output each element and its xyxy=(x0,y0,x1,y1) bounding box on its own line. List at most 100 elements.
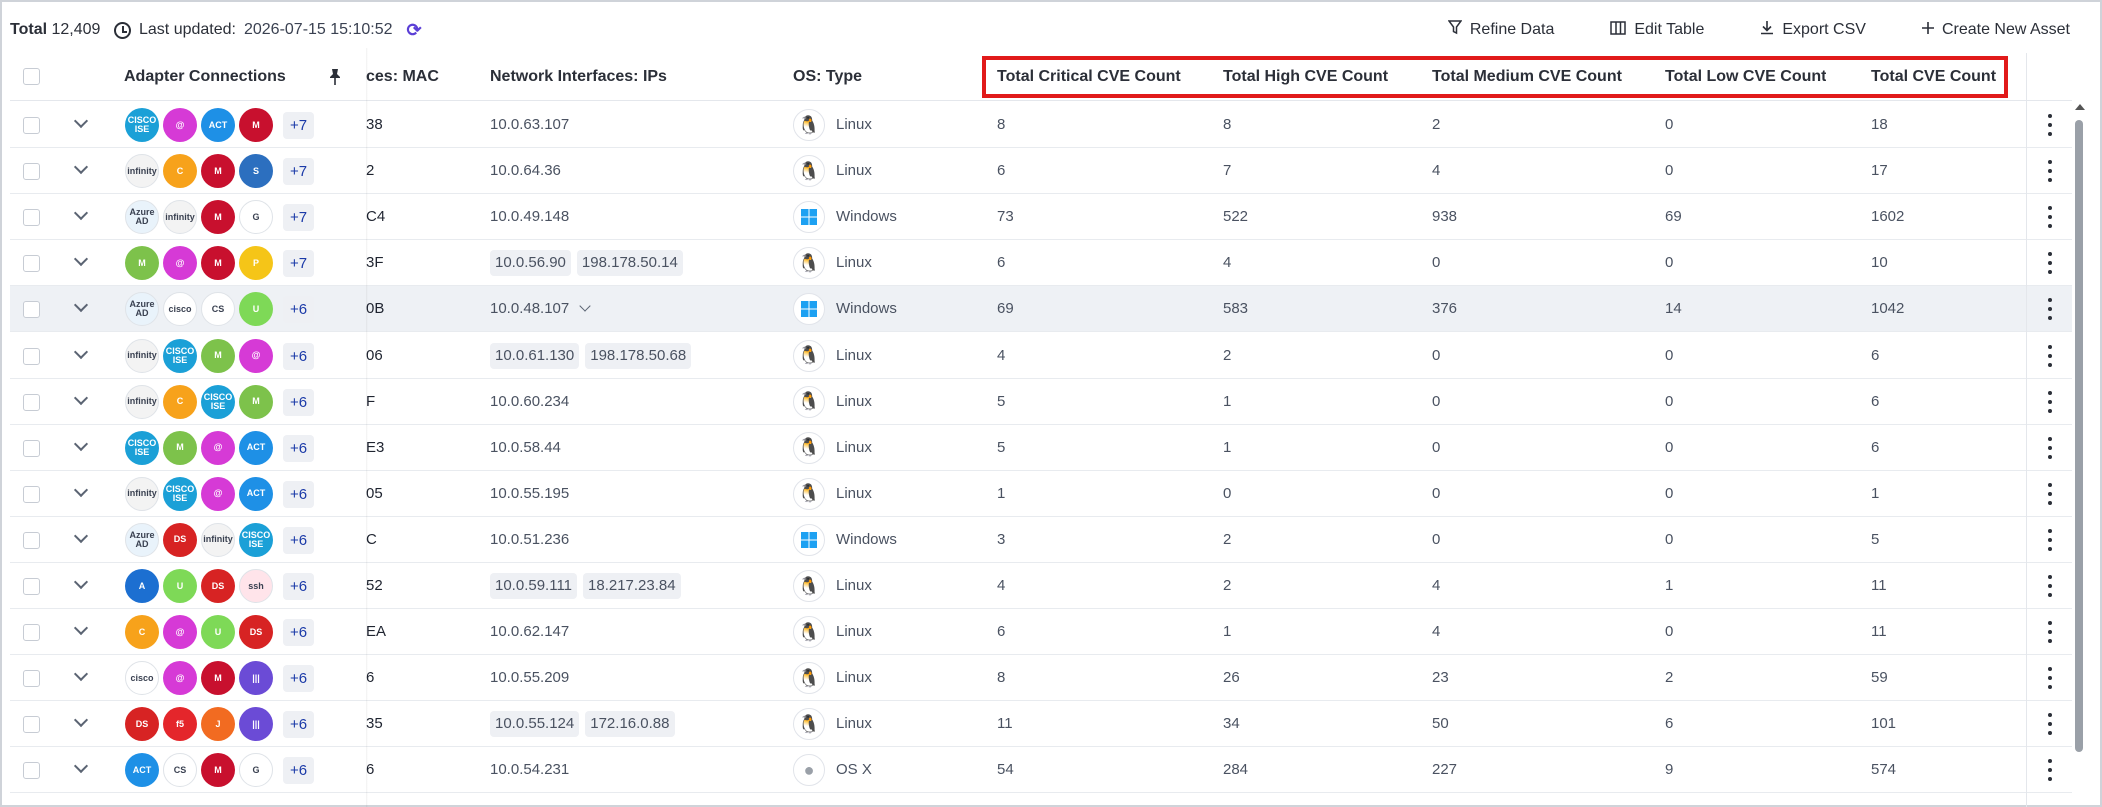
expand-row-icon[interactable] xyxy=(73,482,89,497)
row-menu-icon[interactable] xyxy=(2047,160,2053,183)
adapter-chef-icon[interactable]: C xyxy=(163,154,197,189)
adapter-ciscoadp-icon[interactable]: cisco xyxy=(125,661,159,696)
row-checkbox[interactable] xyxy=(23,117,40,134)
adapter-cisco-icon[interactable]: CISCO ISE xyxy=(125,108,159,142)
table-row[interactable]: infinity CISCO ISE @ ACT +6 05 10.0.55.195 🐧 Lin… xyxy=(10,471,2072,517)
row-menu-icon[interactable] xyxy=(2047,713,2053,736)
adapter-infinity-icon[interactable]: infinity xyxy=(125,476,159,511)
adapter-purple-icon[interactable]: @ xyxy=(163,615,197,650)
adapter-google-icon[interactable]: G xyxy=(239,753,273,788)
adapter-mcafee-icon[interactable]: M xyxy=(201,753,235,788)
adapter-infinity-icon[interactable]: infinity xyxy=(125,384,159,419)
more-adapters-button[interactable]: +6 xyxy=(283,388,315,416)
select-all-checkbox[interactable] xyxy=(23,68,40,85)
adapter-infinity-icon[interactable]: infinity xyxy=(163,200,197,235)
expand-row-icon[interactable] xyxy=(73,206,89,221)
table-row[interactable]: Azure AD DS infinity CISCO ISE +6 C 10.0.51.23… xyxy=(10,517,2072,563)
expand-row-icon[interactable] xyxy=(73,252,89,267)
adapter-infinity-icon[interactable]: infinity xyxy=(125,338,159,373)
adapter-mdm-icon[interactable]: M xyxy=(163,430,197,465)
adapter-infinity-icon[interactable]: infinity xyxy=(125,154,159,189)
adapter-azure-icon[interactable]: A xyxy=(125,569,159,603)
row-menu-icon[interactable] xyxy=(2047,528,2053,551)
adapter-purple-icon[interactable]: @ xyxy=(163,661,197,696)
adapter-mcafee-icon[interactable]: M xyxy=(201,200,235,235)
vertical-scrollbar[interactable] xyxy=(2074,100,2086,807)
header-low-cve[interactable]: Total Low CVE Count xyxy=(1665,53,1826,101)
table-row[interactable]: M @ M P +7 3F 10.0.56.90 198.178.50.14 🐧 Linux 6 4 0… xyxy=(10,240,2072,287)
more-adapters-button[interactable]: +7 xyxy=(283,158,315,186)
row-menu-icon[interactable] xyxy=(2047,436,2053,459)
adapter-chef-icon[interactable]: C xyxy=(163,384,197,419)
more-adapters-button[interactable]: +6 xyxy=(283,434,315,462)
more-adapters-button[interactable]: +6 xyxy=(283,342,315,370)
adapter-cisco-icon[interactable]: CISCO ISE xyxy=(125,430,159,465)
row-menu-icon[interactable] xyxy=(2047,390,2053,413)
row-checkbox[interactable] xyxy=(23,762,40,780)
scrollbar-thumb[interactable] xyxy=(2075,120,2083,752)
adapter-ciscoadp-icon[interactable]: cisco xyxy=(163,292,197,327)
expand-row-icon[interactable] xyxy=(73,160,89,175)
table-row[interactable]: infinity C M S +7 2 10.0.64.36 🐧 Linux 6 7 4 0 17 xyxy=(10,148,2072,195)
row-menu-icon[interactable] xyxy=(2047,575,2053,597)
adapter-crowdstrike-icon[interactable]: CS xyxy=(163,753,197,788)
row-menu-icon[interactable] xyxy=(2047,114,2053,136)
table-row[interactable]: ACT CS M G +6 6 10.0.54.231 ● OS X 54 284 227 9 574 xyxy=(10,747,2072,794)
adapter-act-icon[interactable]: ACT xyxy=(201,108,235,142)
more-adapters-button[interactable]: +6 xyxy=(283,573,315,600)
more-adapters-button[interactable]: +6 xyxy=(283,757,315,785)
adapter-ds-icon[interactable]: DS xyxy=(201,569,235,603)
header-critical-cve[interactable]: Total Critical CVE Count xyxy=(997,53,1181,101)
adapter-mcafee-icon[interactable]: M xyxy=(239,108,273,142)
table-row[interactable]: cisco @ M ||| +6 6 10.0.55.209 🐧 Linux 8 26 23 2 59 xyxy=(10,655,2072,702)
adapter-purple-icon[interactable]: @ xyxy=(239,338,273,373)
adapter-purple-icon[interactable]: @ xyxy=(201,430,235,465)
row-checkbox[interactable] xyxy=(23,255,40,273)
row-checkbox[interactable] xyxy=(23,209,40,227)
more-adapters-button[interactable]: +6 xyxy=(283,665,315,693)
more-adapters-button[interactable]: +6 xyxy=(283,480,315,508)
row-checkbox[interactable] xyxy=(23,301,40,319)
more-adapters-button[interactable]: +6 xyxy=(283,296,315,324)
refine-data-button[interactable]: Refine Data xyxy=(1447,20,1554,40)
adapter-greenshield-icon[interactable]: U xyxy=(163,569,197,603)
table-row[interactable]: A U DS ssh +6 52 10.0.59.111 18.217.23.84 🐧 Linux… xyxy=(10,563,2072,609)
header-medium-cve[interactable]: Total Medium CVE Count xyxy=(1432,53,1622,101)
header-high-cve[interactable]: Total High CVE Count xyxy=(1223,53,1388,101)
adapter-cisco-icon[interactable]: CISCO ISE xyxy=(239,522,273,557)
row-checkbox[interactable] xyxy=(23,393,40,411)
adapter-azuread-icon[interactable]: Azure AD xyxy=(125,522,159,557)
adapter-mdm-icon[interactable]: M xyxy=(125,246,159,281)
expand-row-icon[interactable] xyxy=(73,713,89,728)
row-menu-icon[interactable] xyxy=(2047,206,2053,229)
adapter-puppet-icon[interactable]: P xyxy=(239,246,273,281)
more-adapters-button[interactable]: +6 xyxy=(283,619,315,647)
adapter-orange-icon[interactable]: J xyxy=(201,707,235,742)
adapter-cisco-icon[interactable]: CISCO ISE xyxy=(201,384,235,419)
row-checkbox[interactable] xyxy=(23,670,40,688)
adapter-vuln-icon[interactable]: ||| xyxy=(239,661,273,696)
pin-icon[interactable] xyxy=(328,68,342,86)
refresh-icon[interactable]: ⟳ xyxy=(407,21,424,39)
adapter-purple-icon[interactable]: @ xyxy=(163,246,197,281)
ip-expand-icon[interactable] xyxy=(579,300,591,313)
expand-row-icon[interactable] xyxy=(73,667,89,682)
adapter-google-icon[interactable]: G xyxy=(239,200,273,235)
adapter-greenshield-icon[interactable]: U xyxy=(239,292,273,327)
adapter-infinity-icon[interactable]: infinity xyxy=(201,522,235,557)
row-menu-icon[interactable] xyxy=(2047,667,2053,690)
adapter-mcafee-icon[interactable]: M xyxy=(201,661,235,696)
adapter-ds-icon[interactable]: DS xyxy=(125,707,159,742)
adapter-act-icon[interactable]: ACT xyxy=(125,753,159,788)
adapter-swan-icon[interactable]: ssh xyxy=(239,569,273,603)
adapter-ds-icon[interactable]: DS xyxy=(163,522,197,557)
adapter-cisco-icon[interactable]: CISCO ISE xyxy=(163,338,197,373)
row-menu-icon[interactable] xyxy=(2047,344,2053,367)
export-csv-button[interactable]: Export CSV xyxy=(1760,20,1866,40)
expand-row-icon[interactable] xyxy=(73,390,89,405)
header-total-cve[interactable]: Total CVE Count xyxy=(1871,53,1996,101)
row-checkbox[interactable] xyxy=(23,716,40,734)
more-adapters-button[interactable]: +7 xyxy=(283,112,315,139)
table-row[interactable]: Azure AD infinity M G +7 C4 10.0.49.148 Windows… xyxy=(10,194,2072,241)
row-menu-icon[interactable] xyxy=(2047,621,2053,644)
